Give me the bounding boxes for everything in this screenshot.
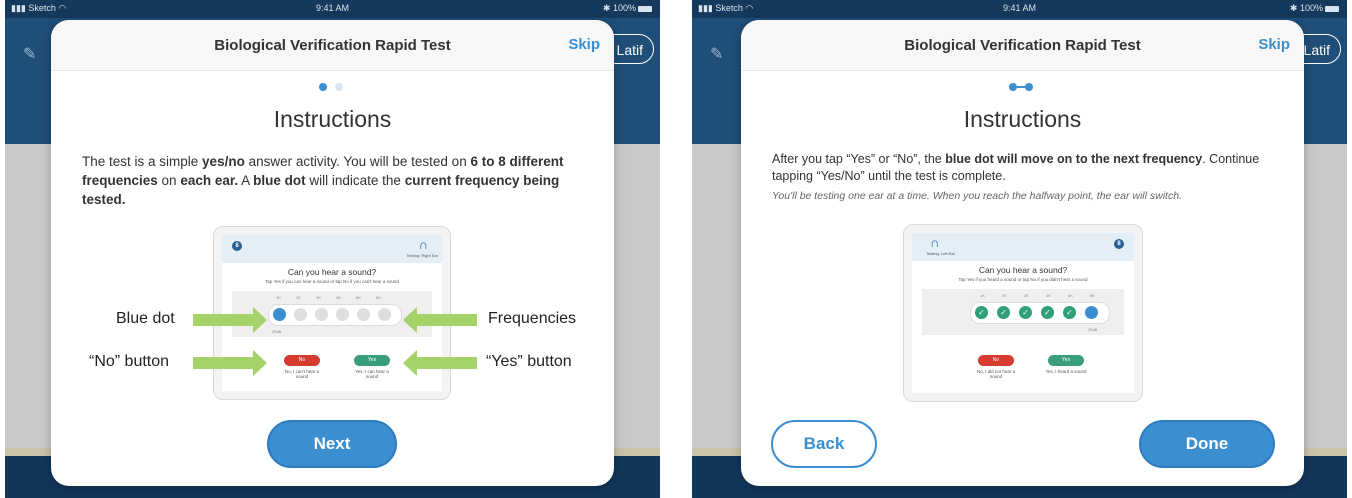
yes-button-callout: “Yes” button: [486, 353, 572, 370]
page-dot-active: [1025, 83, 1033, 91]
mock-yes-button: Yes: [354, 355, 390, 366]
mock-question: Can you hear a sound?: [287, 267, 377, 277]
arrow-left-icon: [403, 307, 477, 333]
mock-ear-label: Testing: Left Ear: [926, 251, 955, 256]
current-frequency-dot: [1085, 306, 1098, 319]
instructions-modal: Biological Verification Rapid Test Skip …: [51, 20, 614, 486]
status-time: 9:41 AM: [1002, 3, 1037, 13]
instructions-modal: Biological Verification Rapid Test Skip …: [741, 20, 1304, 486]
arrow-right-icon: [193, 307, 267, 333]
freq-label: 1K: [980, 293, 985, 298]
page-indicator: [741, 80, 1304, 94]
mock-no-button: No: [978, 355, 1014, 366]
check-icon: ✓: [1019, 306, 1032, 319]
page-dot: [1009, 83, 1017, 91]
blue-dot-callout: Blue dot: [116, 310, 175, 327]
mock-subtext: Tap Yes if you can hear a sound or tap N…: [265, 279, 399, 284]
skip-button[interactable]: Skip: [1258, 36, 1290, 53]
freq-label: 3K: [1024, 293, 1029, 298]
skip-button[interactable]: Skip: [568, 36, 600, 53]
page-dot-active: [319, 83, 327, 91]
illustration-ipad: ∩ Testing: Left Ear 8 Can you hear a sou…: [903, 224, 1143, 402]
back-button[interactable]: Back: [771, 420, 877, 468]
frequency-dot: [336, 308, 349, 321]
freq-label: 4K: [336, 295, 341, 300]
instructions-note: You'll be testing one ear at a time. Whe…: [772, 190, 1182, 202]
mock-ear-label: Testing: Right Ear: [406, 253, 438, 258]
modal-title: Biological Verification Rapid Test: [904, 37, 1141, 54]
arrow-left-icon: [403, 350, 477, 376]
mock-frequency-track: 1K 2K 3K 4K 6K 8K ✓ ✓ ✓ ✓ ✓ 25dB: [922, 289, 1124, 335]
ipad-screen-step-2: ▮▮▮ Sketch ◠ 9:41 AM ✱ 100% ✎ Latif Biol…: [692, 0, 1347, 498]
check-icon: ✓: [975, 306, 988, 319]
arrow-right-icon: [193, 350, 267, 376]
page-dot: [335, 83, 343, 91]
freq-label: 2K: [296, 295, 301, 300]
pen-tool-icon[interactable]: ✎: [23, 44, 36, 64]
instructions-heading: Instructions: [963, 106, 1082, 132]
frequency-dot: [315, 308, 328, 321]
mock-frequency-pill: ✓ ✓ ✓ ✓ ✓: [970, 302, 1110, 324]
freq-label: 6K: [1068, 293, 1073, 298]
mock-yes-caption: Yes, I heard a sound: [1045, 369, 1087, 374]
mock-header: [222, 235, 442, 263]
mock-yes-button: Yes: [1048, 355, 1084, 366]
pen-tool-icon[interactable]: ✎: [710, 44, 723, 64]
status-bar: ▮▮▮ Sketch ◠ 9:41 AM ✱ 100%: [5, 0, 660, 18]
headphones-icon: ∩: [930, 235, 940, 250]
battery-indicator: ✱ 100%: [1290, 3, 1339, 14]
page-connector: [1017, 86, 1025, 88]
frequency-dot: [357, 308, 370, 321]
battery-indicator: ✱ 100%: [603, 3, 652, 14]
headphones-icon: ∩: [418, 237, 428, 252]
frequencies-callout: Frequencies: [488, 310, 577, 327]
frequency-dot: [294, 308, 307, 321]
done-button[interactable]: Done: [1139, 420, 1275, 468]
freq-label: 2K: [1002, 293, 1007, 298]
freq-label: 4K: [1046, 293, 1051, 298]
mock-no-button: No: [284, 355, 320, 366]
instructions-text: After you tap “Yes” or “No”, the blue do…: [772, 152, 1260, 183]
db-label: 25dB: [272, 329, 282, 334]
modal-header: Biological Verification Rapid Test Skip: [51, 20, 614, 71]
no-button-callout: “No” button: [89, 353, 170, 370]
check-icon: ✓: [1063, 306, 1076, 319]
mock-subtext: Tap Yes if you heard a sound or tap No i…: [958, 277, 1088, 282]
modal-title: Biological Verification Rapid Test: [214, 37, 451, 54]
freq-label: 8K: [1090, 293, 1095, 298]
frequency-dot: [378, 308, 391, 321]
freq-label: 6K: [356, 295, 361, 300]
mock-yes-caption: Yes, I can hear a sound: [355, 369, 389, 379]
mock-badge: 8: [1114, 239, 1124, 249]
status-time: 9:41 AM: [315, 3, 350, 13]
mock-badge: 8: [232, 241, 242, 251]
db-label: 25dB: [1088, 327, 1098, 332]
freq-label: 3K: [316, 295, 321, 300]
modal-header: Biological Verification Rapid Test Skip: [741, 20, 1304, 71]
current-frequency-dot: [273, 308, 286, 321]
instructions-heading: Instructions: [273, 106, 392, 132]
instructions-text: The test is a simple yes/no answer activ…: [82, 154, 564, 207]
mock-question: Can you hear a sound?: [978, 265, 1068, 275]
ipad-screen-step-1: ▮▮▮ Sketch ◠ 9:41 AM ✱ 100% ✎ Latif Biol…: [5, 0, 660, 498]
mock-no-caption: No, I did not hear a sound: [976, 369, 1016, 379]
check-icon: ✓: [1041, 306, 1054, 319]
mock-no-caption: No, I can't hear a sound: [284, 369, 320, 379]
freq-label: 1K: [276, 295, 281, 300]
mock-header: [912, 233, 1134, 261]
mock-frequency-pill: [268, 304, 402, 326]
page-indicator: [51, 80, 614, 94]
next-button[interactable]: Next: [267, 420, 397, 468]
battery-icon: [1325, 5, 1339, 12]
freq-label: 8K: [376, 295, 381, 300]
status-bar: ▮▮▮ Sketch ◠ 9:41 AM ✱ 100%: [692, 0, 1347, 18]
check-icon: ✓: [997, 306, 1010, 319]
battery-icon: [638, 5, 652, 12]
